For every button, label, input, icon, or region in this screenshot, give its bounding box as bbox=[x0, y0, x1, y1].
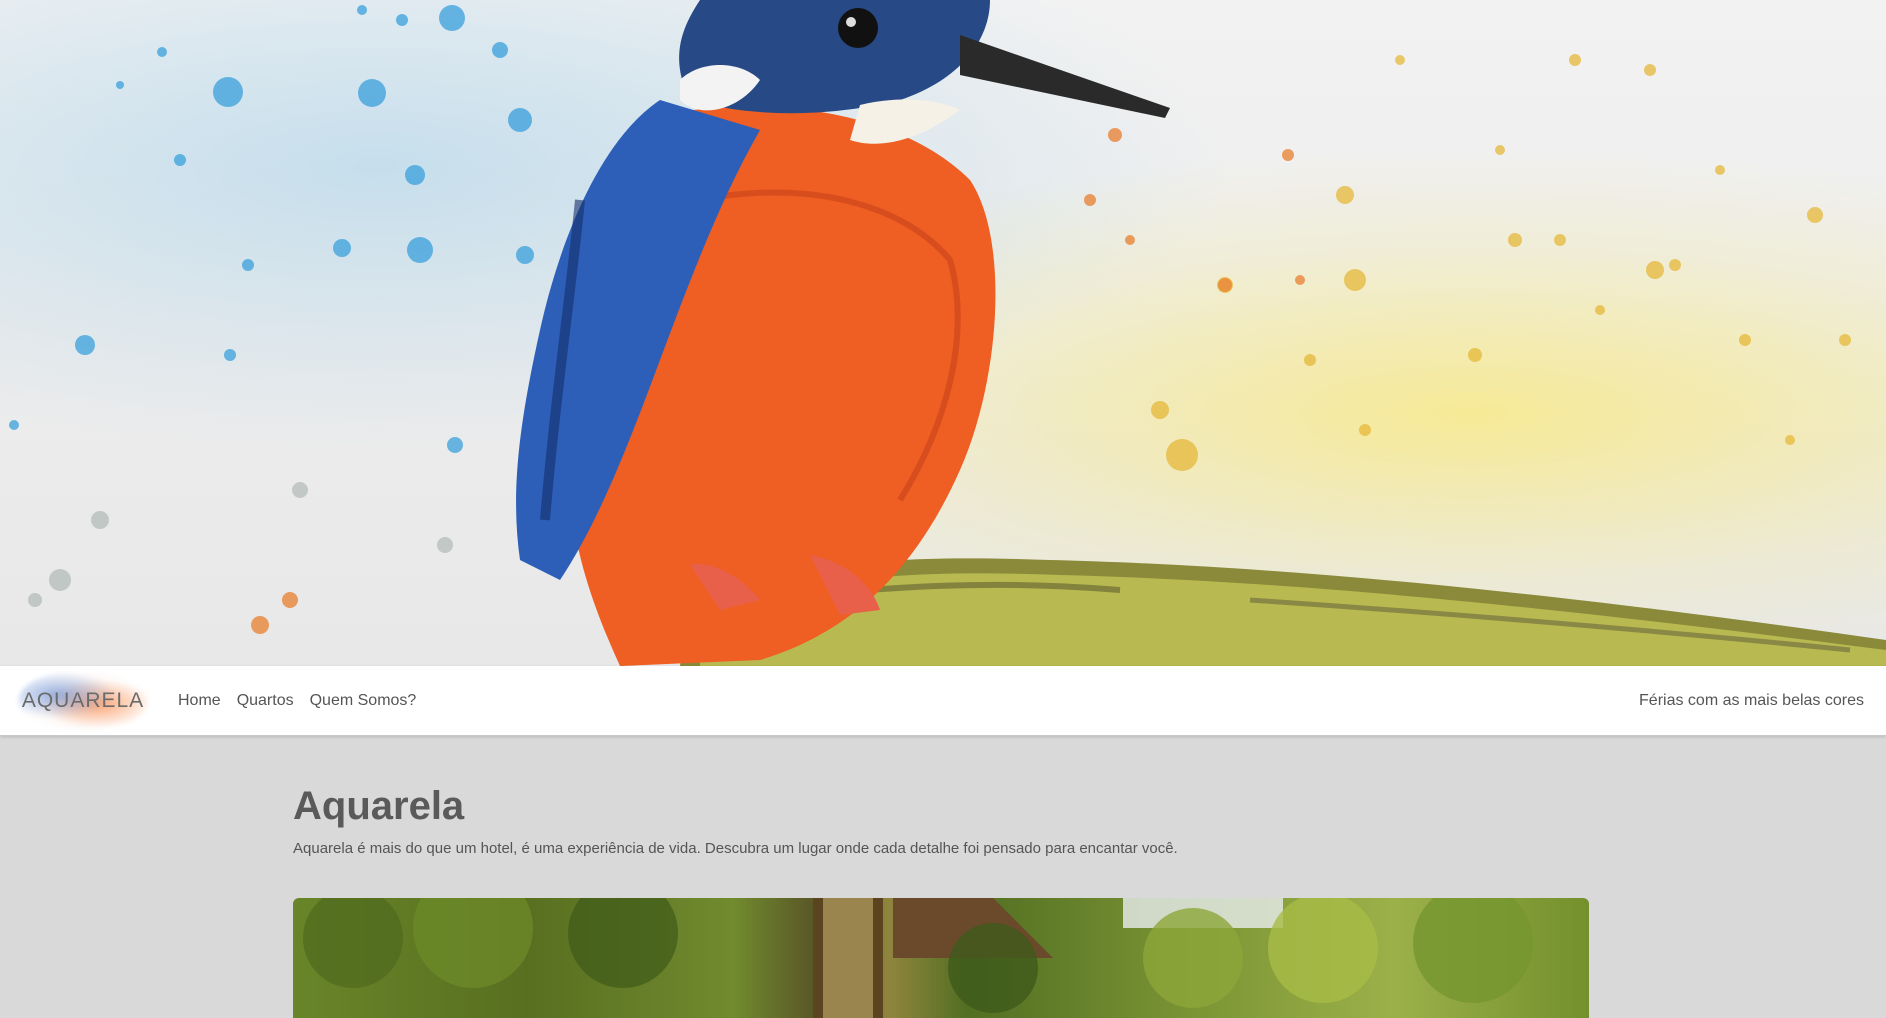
page-lead-text: Aquarela é mais do que um hotel, é uma e… bbox=[293, 840, 1178, 857]
navbar-tagline: Férias com as mais belas cores bbox=[1639, 691, 1864, 709]
page-title: Aquarela bbox=[293, 784, 465, 828]
hotel-photo-illustration bbox=[293, 898, 1589, 1018]
nav-links: Home Quartos Quem Somos? bbox=[178, 692, 416, 710]
brand-logo[interactable]: AQUARELA bbox=[18, 669, 148, 732]
nav-link-quem-somos[interactable]: Quem Somos? bbox=[310, 692, 417, 710]
main-content: Aquarela Aquarela é mais do que um hotel… bbox=[293, 736, 1589, 1018]
brand-text: AQUARELA bbox=[21, 688, 145, 712]
nav-link-home[interactable]: Home bbox=[178, 692, 221, 710]
kingfisher-watercolor-illustration bbox=[9, 0, 1886, 666]
nav-link-quartos[interactable]: Quartos bbox=[237, 692, 294, 710]
top-navbar: AQUARELA Home Quartos Quem Somos? Férias… bbox=[0, 666, 1886, 736]
hotel-photo bbox=[293, 898, 1589, 1018]
hero-banner-image bbox=[0, 0, 1886, 666]
